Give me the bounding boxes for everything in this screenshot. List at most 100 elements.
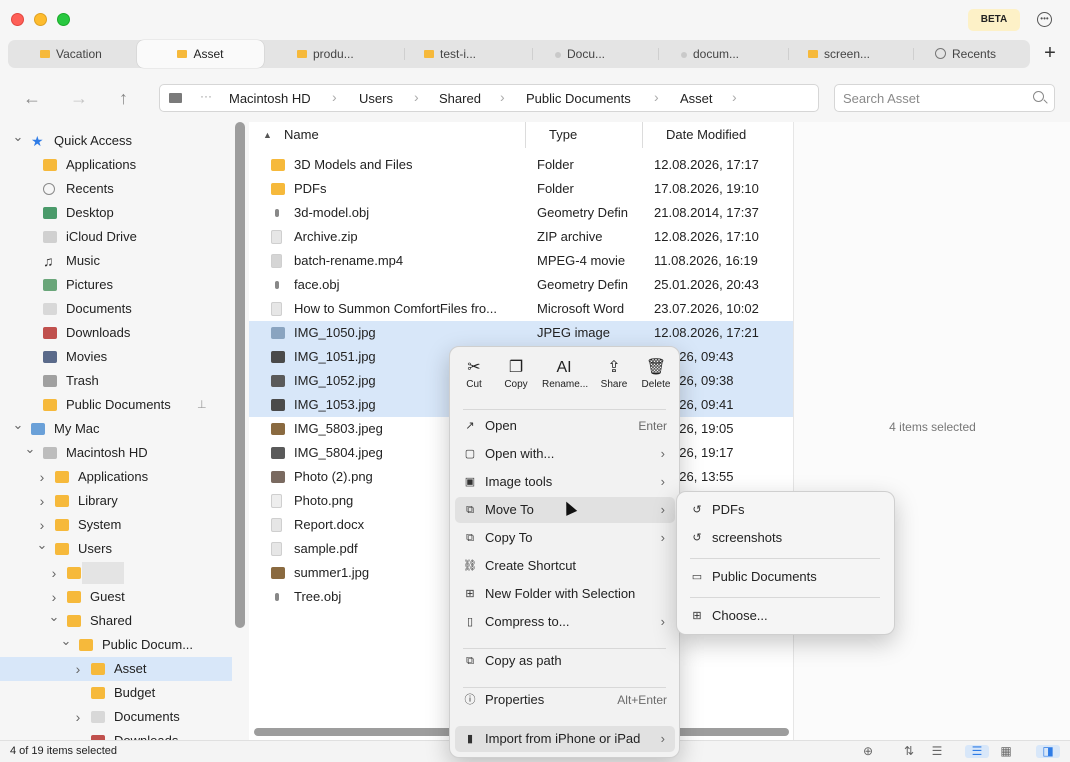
chevron-down-icon[interactable]: ⌄ bbox=[48, 605, 60, 629]
tab-test-i[interactable]: test-i... bbox=[424, 40, 514, 68]
back-button[interactable]: ← bbox=[23, 88, 41, 108]
tab-recents[interactable]: Recents bbox=[935, 40, 1025, 68]
sidebar-item[interactable]: Documents bbox=[0, 297, 232, 321]
file-row[interactable]: How to Summon ComfortFiles fro... Microso… bbox=[249, 297, 793, 321]
column-divider[interactable] bbox=[525, 122, 526, 148]
zoom-window-button[interactable] bbox=[57, 13, 70, 26]
submenu-item-choose[interactable]: ⊞ Choose... bbox=[682, 603, 890, 629]
rename-action-button[interactable]: AI Rename... bbox=[542, 359, 588, 390]
menu-item-image-tools[interactable]: ▣ Image tools › bbox=[455, 469, 675, 495]
sidebar-item[interactable]: › Guest bbox=[0, 585, 232, 609]
sidebar-item[interactable]: Public Documents ⊥ bbox=[0, 393, 232, 417]
chevron-down-icon[interactable]: ⌄ bbox=[12, 125, 24, 149]
file-row[interactable]: PDFs Folder 17.08.2026, 19:10 bbox=[249, 177, 793, 201]
sidebar-item[interactable]: › Asset bbox=[0, 657, 232, 681]
sidebar-item[interactable]: › System bbox=[0, 513, 232, 537]
file-row[interactable]: batch-rename.mp4 MPEG-4 movie 11.08.2026, … bbox=[249, 249, 793, 273]
sidebar-item[interactable]: Movies bbox=[0, 345, 232, 369]
file-row[interactable]: 3D Models and Files Folder 12.08.2026, 17:… bbox=[249, 153, 793, 177]
menu-item-import-from-iphone-or-ipad[interactable]: ▮ Import from iPhone or iPad › bbox=[455, 726, 675, 752]
tab-asset[interactable]: Asset bbox=[137, 40, 264, 68]
file-row[interactable]: IMG_1050.jpg JPEG image 12.08.2026, 17:21 bbox=[249, 321, 793, 345]
tab-vacation[interactable]: Vacation bbox=[40, 40, 150, 68]
menu-item-create-shortcut[interactable]: ⛓ Create Shortcut bbox=[455, 553, 675, 579]
file-row[interactable]: 3d-model.obj Geometry Defin 21.08.2014, 17… bbox=[249, 201, 793, 225]
close-window-button[interactable] bbox=[11, 13, 24, 26]
breadcrumb[interactable]: ··· Macintosh HD › Users › Shared › Publ… bbox=[159, 84, 819, 112]
menu-item-label: Open bbox=[485, 418, 517, 433]
menu-item-open[interactable]: ↗ Open Enter bbox=[455, 413, 675, 439]
sidebar-item[interactable]: Applications bbox=[0, 153, 232, 177]
sidebar-item[interactable]: ⌄ Users bbox=[0, 537, 232, 561]
sidebar-item[interactable]: iCloud Drive bbox=[0, 225, 232, 249]
breadcrumb-users[interactable]: Users bbox=[359, 91, 393, 106]
menu-item-copy-to[interactable]: ⧉ Copy To › bbox=[455, 525, 675, 551]
list-view-icon[interactable]: ☰ bbox=[965, 745, 989, 758]
preview-pane-toggle-icon[interactable]: ◨ bbox=[1036, 745, 1060, 758]
breadcrumb-public-documents[interactable]: Public Documents bbox=[526, 91, 631, 106]
sidebar-item[interactable]: ⌄ Macintosh HD bbox=[0, 441, 232, 465]
new-tab-button[interactable]: + bbox=[1038, 42, 1062, 66]
up-button[interactable]: ↑ bbox=[119, 88, 128, 108]
sidebar-item[interactable]: Downloads bbox=[0, 321, 232, 345]
sidebar-item[interactable]: › Library bbox=[0, 489, 232, 513]
breadcrumb-shared[interactable]: Shared bbox=[439, 91, 481, 106]
sidebar-scrollbar[interactable] bbox=[235, 122, 245, 628]
submenu-item-public-documents[interactable]: ▭ Public Documents bbox=[682, 564, 890, 590]
submenu-item-pdfs[interactable]: ↺ PDFs bbox=[682, 497, 890, 523]
tab-docu[interactable]: Docu... bbox=[555, 40, 635, 68]
share-action-button[interactable]: ⇪ Share bbox=[592, 359, 636, 390]
chevron-down-icon[interactable]: ⌄ bbox=[36, 533, 48, 557]
chevron-down-icon[interactable]: ⌄ bbox=[12, 413, 24, 437]
pin-icon[interactable]: ⊥ bbox=[197, 393, 207, 417]
copy-action-button[interactable]: ❐ Copy bbox=[494, 359, 538, 390]
menu-item-compress-to[interactable]: ▯ Compress to... › bbox=[455, 609, 675, 635]
more-options-icon[interactable]: ••• bbox=[1037, 12, 1052, 27]
column-divider[interactable] bbox=[642, 122, 643, 148]
sidebar-item[interactable]: ⌄ Shared bbox=[0, 609, 232, 633]
menu-item-properties[interactable]: ⓘ Properties Alt+Enter bbox=[455, 687, 675, 713]
ellipsis-icon[interactable]: ··· bbox=[200, 89, 212, 103]
menu-item-new-folder-with-selection[interactable]: ⊞ New Folder with Selection bbox=[455, 581, 675, 607]
delete-action-button[interactable]: 🗑 Delete bbox=[634, 359, 678, 390]
sidebar-item[interactable]: Desktop bbox=[0, 201, 232, 225]
file-row[interactable]: face.obj Geometry Defin 25.01.2026, 20:43 bbox=[249, 273, 793, 297]
tab-screen[interactable]: screen... bbox=[808, 40, 898, 68]
minimize-window-button[interactable] bbox=[34, 13, 47, 26]
chevron-down-icon[interactable]: ⌄ bbox=[24, 437, 36, 461]
breadcrumb-asset[interactable]: Asset bbox=[680, 91, 713, 106]
chevron-right-icon[interactable]: › bbox=[72, 657, 84, 681]
sidebar-item[interactable]: › bbox=[0, 561, 232, 585]
file-row[interactable]: Archive.zip ZIP archive 12.08.2026, 17:10 bbox=[249, 225, 793, 249]
add-circle-icon[interactable]: ⊕ bbox=[861, 745, 875, 758]
breadcrumb-macintosh-hd[interactable]: Macintosh HD bbox=[229, 91, 311, 106]
menu-item-open-with[interactable]: ▢ Open with... › bbox=[455, 441, 675, 467]
chevron-right-icon[interactable]: › bbox=[48, 561, 60, 585]
chevron-right-icon[interactable]: › bbox=[36, 489, 48, 513]
chevron-right-icon[interactable]: › bbox=[72, 705, 84, 729]
cut-action-button[interactable]: ✂ Cut bbox=[452, 359, 496, 390]
sidebar-item[interactable]: ⌄ ★ Quick Access bbox=[0, 129, 232, 153]
tab-docum[interactable]: docum... bbox=[681, 40, 771, 68]
tab-produ[interactable]: produ... bbox=[297, 40, 387, 68]
chevron-down-icon[interactable]: ⌄ bbox=[60, 629, 72, 653]
submenu-item-screenshots[interactable]: ↺ screenshots bbox=[682, 525, 890, 551]
sidebar-item[interactable]: ♫ Music bbox=[0, 249, 232, 273]
sort-icon[interactable]: ⇅ bbox=[902, 745, 916, 758]
forward-button[interactable]: → bbox=[70, 88, 88, 108]
search-input[interactable]: Search Asset bbox=[834, 84, 1055, 112]
sidebar-item[interactable]: › Documents bbox=[0, 705, 232, 729]
column-header-date-modified[interactable]: Date Modified bbox=[666, 122, 746, 148]
sidebar-item[interactable]: › Applications bbox=[0, 465, 232, 489]
column-header-type[interactable]: Type bbox=[549, 122, 577, 148]
group-icon[interactable]: ☰ bbox=[930, 745, 944, 758]
sidebar-item[interactable]: ⌄ Public Docum... bbox=[0, 633, 232, 657]
sidebar-item[interactable]: Trash bbox=[0, 369, 232, 393]
sidebar-item[interactable]: Budget bbox=[0, 681, 232, 705]
menu-item-copy-as-path[interactable]: ⧉ Copy as path bbox=[455, 648, 675, 674]
column-header-name[interactable]: Name bbox=[284, 122, 319, 148]
grid-view-icon[interactable]: ▦ bbox=[999, 745, 1013, 758]
sidebar-item[interactable]: Pictures bbox=[0, 273, 232, 297]
chevron-right-icon[interactable]: › bbox=[36, 465, 48, 489]
sidebar-item[interactable]: Recents bbox=[0, 177, 232, 201]
